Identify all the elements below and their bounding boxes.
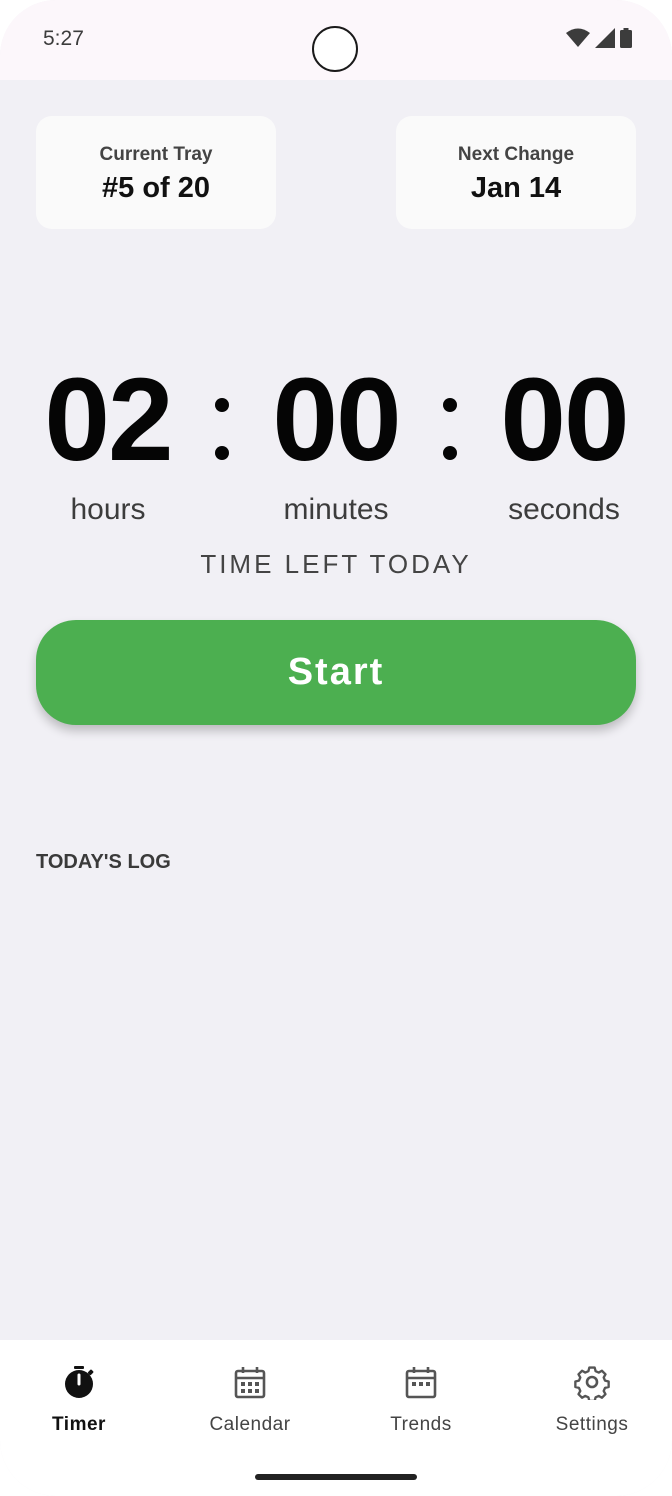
nav-item-calendar[interactable]: Calendar — [166, 1340, 334, 1460]
next-change-card: Next Change Jan 14 — [396, 116, 636, 229]
start-button[interactable]: Start — [36, 620, 636, 725]
home-indicator[interactable] — [255, 1474, 417, 1480]
stopwatch-icon — [65, 1366, 94, 1398]
hours-label: hours — [70, 493, 146, 526]
nav-label-calendar: Calendar — [209, 1414, 291, 1435]
timer-minutes: 00 — [272, 354, 401, 486]
current-tray-value: #5 of 20 — [102, 172, 210, 204]
gear-icon — [574, 1366, 610, 1400]
todays-log-title: TODAY'S LOG — [36, 851, 171, 873]
status-bar: 5:27 — [0, 0, 672, 80]
timer-hours: 02 — [44, 354, 173, 486]
next-change-value: Jan 14 — [470, 172, 562, 204]
battery-icon — [620, 28, 632, 48]
next-change-label: Next Change — [457, 144, 575, 165]
seconds-label: seconds — [508, 493, 620, 526]
status-icons — [566, 28, 632, 48]
nav-item-timer[interactable]: Timer — [0, 1340, 163, 1460]
bottom-navigation: Timer Calendar Trends Settings — [0, 1340, 672, 1496]
nav-label-settings: Settings — [555, 1414, 629, 1435]
current-tray-card: Current Tray #5 of 20 — [36, 116, 276, 229]
nav-item-settings[interactable]: Settings — [508, 1340, 672, 1460]
nav-label-timer: Timer — [52, 1414, 106, 1435]
calendar-icon — [405, 1367, 437, 1399]
minutes-label: minutes — [283, 493, 389, 526]
nav-label-trends: Trends — [390, 1414, 452, 1435]
timer-separator — [443, 398, 457, 494]
timer-separator — [215, 398, 229, 494]
app-screen: 5:27 Current Tray #5 of 20 Next Change J… — [0, 0, 672, 1496]
time-left-caption: TIME LEFT TODAY — [200, 549, 472, 579]
wifi-icon — [566, 28, 590, 47]
nav-item-trends[interactable]: Trends — [337, 1340, 505, 1460]
status-time: 5:27 — [43, 27, 84, 50]
current-tray-label: Current Tray — [99, 144, 213, 165]
signal-icon — [595, 28, 615, 48]
calendar-icon — [234, 1367, 266, 1399]
camera-cutout — [312, 26, 358, 72]
timer-seconds: 00 — [500, 354, 629, 486]
